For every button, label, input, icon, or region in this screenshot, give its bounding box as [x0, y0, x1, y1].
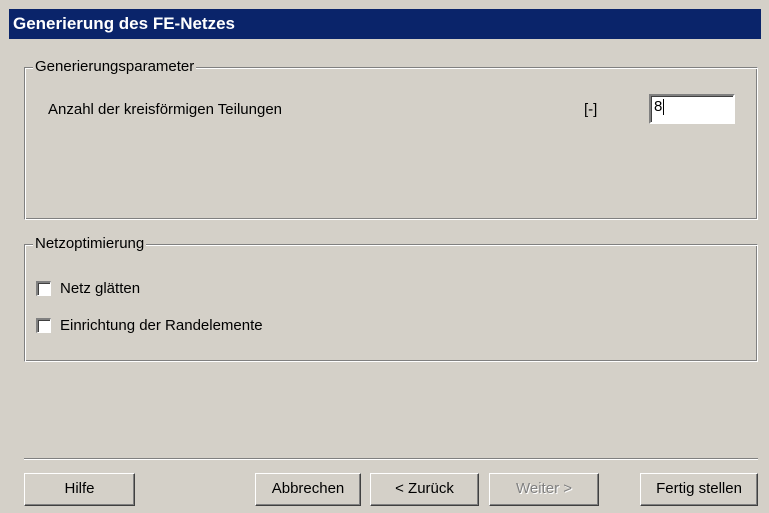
- divisions-label: Anzahl der kreisförmigen Teilungen: [48, 101, 283, 118]
- boundary-elements-option[interactable]: Einrichtung der Randelemente: [36, 314, 263, 336]
- window-title: Generierung des FE-Netzes: [13, 14, 236, 33]
- boundary-elements-checkbox[interactable]: [36, 317, 51, 333]
- generation-params-group: Generierungsparameter Anzahl der kreisfö…: [24, 57, 758, 220]
- back-label: < Zurück: [395, 480, 454, 497]
- generation-params-legend: Generierungsparameter: [33, 57, 197, 77]
- smooth-mesh-checkbox[interactable]: [36, 280, 51, 296]
- mesh-optimization-legend: Netzoptimierung: [33, 234, 147, 254]
- divisions-input[interactable]: 8: [649, 94, 735, 124]
- next-label: Weiter >: [516, 480, 572, 497]
- smooth-mesh-label: Netz glätten: [60, 279, 141, 297]
- finish-label: Fertig stellen: [656, 480, 742, 497]
- divisions-unit: [-]: [584, 101, 598, 118]
- back-button[interactable]: < Zurück: [370, 473, 479, 506]
- help-button[interactable]: Hilfe: [24, 473, 135, 506]
- boundary-elements-label: Einrichtung der Randelemente: [60, 316, 263, 334]
- next-button[interactable]: Weiter >: [489, 473, 599, 506]
- text-caret: [663, 99, 665, 116]
- cancel-button[interactable]: Abbrechen: [255, 473, 361, 506]
- smooth-mesh-option[interactable]: Netz glätten: [36, 277, 140, 299]
- finish-button[interactable]: Fertig stellen: [640, 473, 758, 506]
- title-bar: Generierung des FE-Netzes: [9, 9, 761, 39]
- mesh-optimization-group: Netzoptimierung Netz glätten Einrichtung…: [24, 234, 758, 362]
- divisions-value: 8: [654, 98, 663, 115]
- button-separator: [24, 458, 758, 460]
